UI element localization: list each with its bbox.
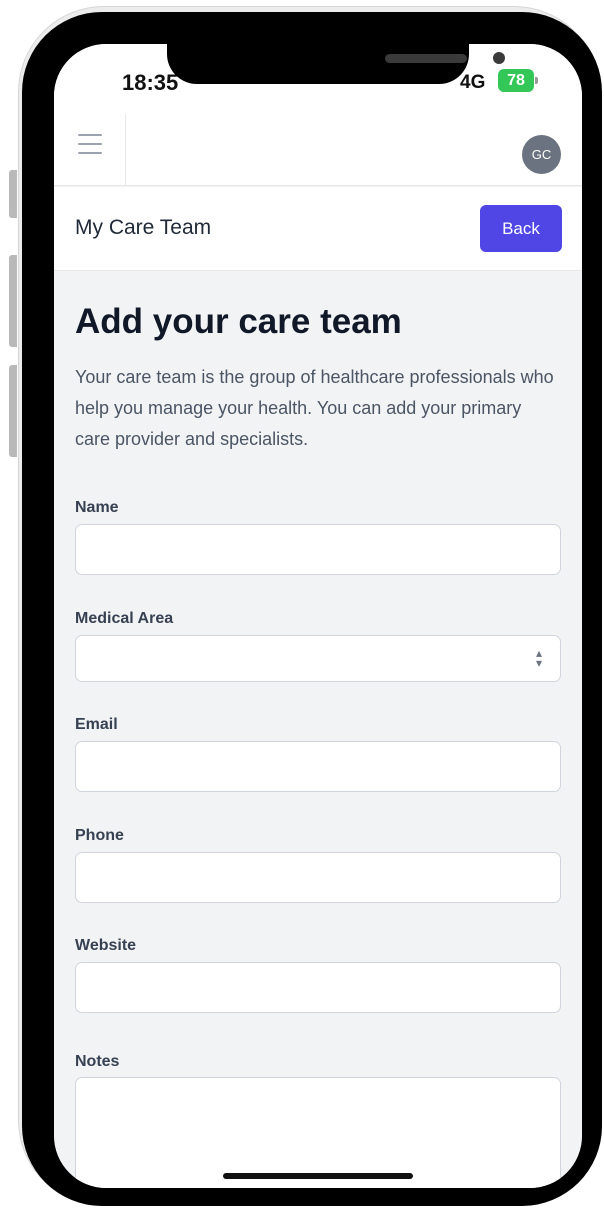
page-description: Your care team is the group of healthcar… <box>75 367 554 449</box>
phone-volume-up-button <box>9 255 17 347</box>
phone-input[interactable] <box>75 852 561 903</box>
select-chevron-icon: ▴ ▾ <box>535 646 543 670</box>
hamburger-menu-icon[interactable] <box>78 134 102 158</box>
name-label: Name <box>75 499 119 516</box>
speaker-grille <box>385 54 467 63</box>
email-input[interactable] <box>75 741 561 792</box>
home-indicator <box>223 1173 413 1179</box>
sub-header: My Care Team Back <box>54 187 582 271</box>
menu-line <box>78 152 102 154</box>
battery-icon: 78 <box>498 69 538 92</box>
notch <box>167 44 505 84</box>
menu-line <box>78 143 102 145</box>
email-label: Email <box>75 716 118 733</box>
header-divider <box>125 114 126 186</box>
medical-area-select[interactable] <box>75 635 561 682</box>
phone-mute-switch <box>9 170 17 218</box>
notes-textarea[interactable] <box>75 1077 561 1188</box>
phone-label: Phone <box>75 827 124 844</box>
name-input[interactable] <box>75 524 561 575</box>
phone-volume-down-button <box>9 365 17 457</box>
screen: 18:35 4G 78 GC My Care Team Back Add you… <box>54 44 582 1188</box>
avatar[interactable]: GC <box>522 135 561 174</box>
status-time: 18:35 <box>122 70 179 95</box>
page-title: Add your care team <box>75 302 402 341</box>
medical-area-label: Medical Area <box>75 610 174 627</box>
notes-label: Notes <box>75 1053 120 1070</box>
back-button[interactable]: Back <box>480 205 562 252</box>
network-indicator: 4G <box>460 72 486 93</box>
section-title: My Care Team <box>75 216 212 239</box>
menu-line <box>78 134 102 136</box>
app-header: GC <box>54 114 582 186</box>
front-camera <box>493 52 505 64</box>
website-input[interactable] <box>75 962 561 1013</box>
website-label: Website <box>75 937 137 954</box>
